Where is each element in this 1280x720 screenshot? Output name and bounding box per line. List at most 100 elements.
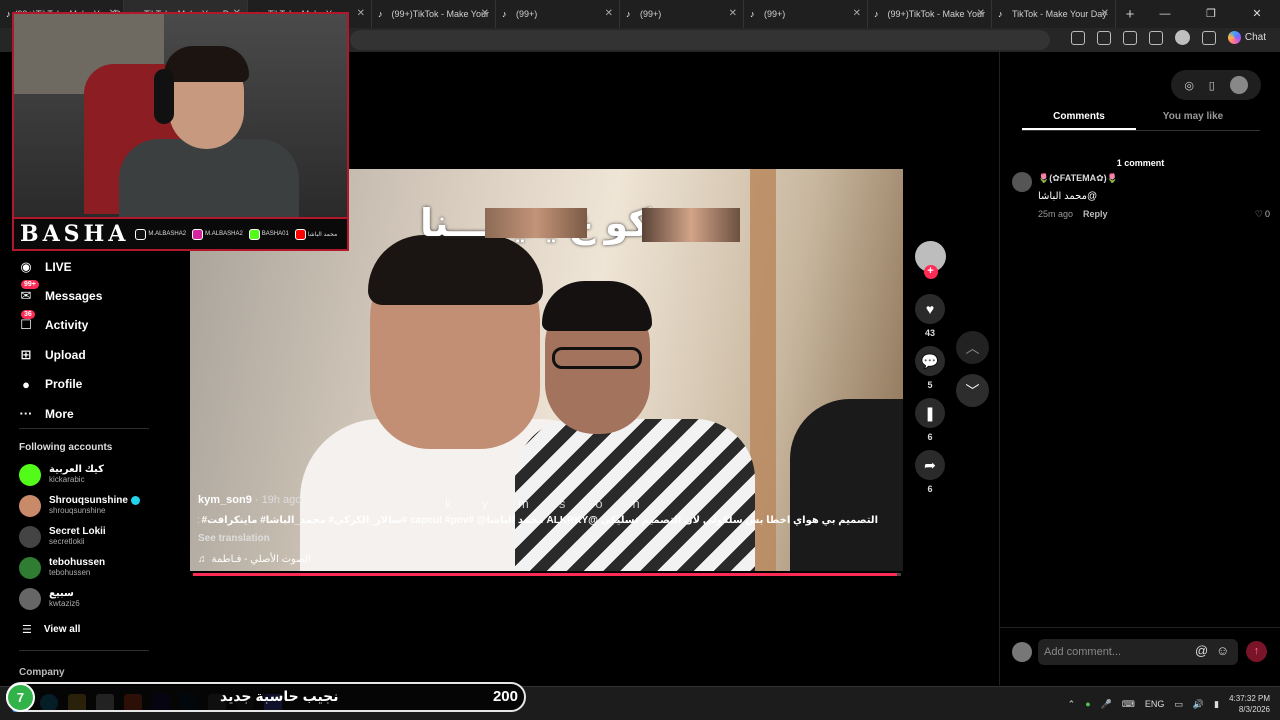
extensions-icon[interactable] xyxy=(1096,30,1111,45)
tab-close-icon[interactable]: ✕ xyxy=(357,8,365,19)
browser-tab[interactable]: ♪ (99+) ✕ xyxy=(744,0,868,28)
browser-menu-icon[interactable] xyxy=(1201,30,1216,45)
previous-video-button[interactable]: ︿ xyxy=(956,331,989,364)
sidebar-item-profile[interactable]: ● Profile xyxy=(16,370,186,399)
stream-alert-overlay: 7 نجيب حاسبة جديد 200 xyxy=(6,682,526,712)
maximize-button[interactable]: ❐ xyxy=(1188,0,1234,28)
verified-badge-icon xyxy=(130,496,140,506)
post-comment-button[interactable]: ↑ xyxy=(1246,641,1267,662)
battery-icon[interactable]: ▮ xyxy=(1214,699,1219,710)
reply-button[interactable]: Reply xyxy=(1083,209,1108,219)
minimize-button[interactable]: — xyxy=(1142,0,1188,28)
sidebar-item-messages[interactable]: ✉ 99+ Messages xyxy=(16,280,186,310)
tab-close-icon[interactable]: ✕ xyxy=(729,8,737,19)
video-author[interactable]: kym_son9 · 19h ago xyxy=(198,494,301,506)
comment-button[interactable]: 💬 xyxy=(915,346,945,376)
embed-icon[interactable]: ◎ xyxy=(1184,79,1194,92)
emoji-icon[interactable]: ☺ xyxy=(1216,643,1229,658)
view-all-link[interactable]: ☰ View all xyxy=(22,618,186,640)
video-description: التصميم بي هواي اخطأ بس سلكولي لان التصم… xyxy=(198,515,878,526)
browser-tab[interactable]: ♪ (99+)TikTok - Make Your ✕ xyxy=(372,0,496,28)
copilot-chat-button[interactable]: Chat xyxy=(1227,31,1266,44)
sidebar-item-label: Upload xyxy=(45,347,86,362)
social-handle: محمد الباشا xyxy=(294,228,337,240)
network-app-icon[interactable]: ● xyxy=(1085,699,1090,709)
account-avatar xyxy=(19,556,41,579)
display-icon[interactable]: ▭ xyxy=(1174,699,1183,710)
volume-icon[interactable]: 🔊 xyxy=(1193,699,1204,710)
like-button[interactable]: ♥ xyxy=(915,294,945,324)
address-bar[interactable] xyxy=(350,30,1050,50)
chat-label: Chat xyxy=(1244,32,1266,43)
tab-close-icon[interactable]: ✕ xyxy=(1101,8,1109,19)
save-button[interactable]: ❚ xyxy=(915,398,945,428)
tab-close-icon[interactable]: ✕ xyxy=(481,8,489,19)
following-account[interactable]: tebohussen tebohussen xyxy=(16,552,186,583)
tab-close-icon[interactable]: ✕ xyxy=(977,8,985,19)
video-progress-bar[interactable] xyxy=(193,573,901,576)
following-account[interactable]: كيك العربية kickarabic xyxy=(16,459,186,490)
sidebar-item-activity[interactable]: ☐ 36 Activity xyxy=(16,309,186,340)
webcam-person-body xyxy=(119,139,299,229)
comment-count: 5 xyxy=(927,380,933,390)
messages-icon: ✉ xyxy=(20,288,32,304)
split-screen-icon[interactable] xyxy=(1122,30,1137,45)
tab-close-icon[interactable]: ✕ xyxy=(605,8,613,19)
sidebar-item-more[interactable]: ··· More xyxy=(16,399,186,428)
sidebar-item-upload[interactable]: ⊞ Upload xyxy=(16,340,186,369)
following-account[interactable]: Shrouqsunshine shrouqsunshine xyxy=(16,490,186,521)
video-music[interactable]: ♫ الصوت الأصلي - فـاطمة xyxy=(198,554,311,565)
tab-close-icon[interactable]: ✕ xyxy=(853,8,861,19)
video-posted-time: · 19h ago xyxy=(251,494,302,506)
social-handle: BASHA01 xyxy=(248,228,289,240)
tray-chevron-icon[interactable]: ⌃ xyxy=(1068,699,1076,710)
close-window-button[interactable]: ✕ xyxy=(1234,0,1280,28)
microphone-icon[interactable]: 🎤 xyxy=(1101,699,1112,710)
tiktok-favicon-icon: ♪ xyxy=(874,9,879,19)
clock[interactable]: 4:37:32 PM 8/3/2026 xyxy=(1229,693,1270,715)
tiktok-favicon-icon: ♪ xyxy=(378,9,383,19)
mention-icon[interactable]: @ xyxy=(1195,643,1208,658)
language-indicator[interactable]: ENG xyxy=(1145,699,1165,709)
company-link[interactable]: Company xyxy=(19,667,65,678)
account-name: Shrouqsunshine xyxy=(49,495,128,507)
chevron-up-icon: ︿ xyxy=(965,339,980,356)
next-video-button[interactable]: ﹀ xyxy=(956,374,989,407)
video-person-right-shirt xyxy=(515,419,755,571)
profile-icon: ● xyxy=(22,376,30,392)
list-icon: ☰ xyxy=(22,623,32,636)
new-tab-button[interactable]: + xyxy=(1116,6,1144,23)
follow-plus-icon[interactable]: + xyxy=(923,265,938,279)
tab-comments[interactable]: Comments xyxy=(1022,108,1136,130)
keyboard-icon[interactable]: ⌨ xyxy=(1122,699,1135,710)
alert-badge: 7 xyxy=(6,683,35,712)
phone-icon[interactable]: ▯ xyxy=(1209,79,1215,92)
user-avatar[interactable] xyxy=(1229,76,1248,94)
creator-avatar[interactable]: + xyxy=(914,241,946,279)
streamer-banner: BASHA M.ALBASHA2 M.ALBASHA2 BASHA01 محمد ال… xyxy=(14,217,347,249)
commenter-avatar[interactable] xyxy=(1012,172,1032,192)
chevron-down-icon: ﹀ xyxy=(965,382,980,399)
browser-tab[interactable]: ♪ (99+)TikTok - Make Your ✕ xyxy=(868,0,992,28)
browser-tab[interactable]: ♪ (99+) ✕ xyxy=(496,0,620,28)
video-author-name[interactable]: kym_son9 xyxy=(198,494,252,506)
tab-you-may-like[interactable]: You may like xyxy=(1136,108,1250,130)
browser-tab[interactable]: ♪ TikTok - Make Your Day✕ xyxy=(992,0,1116,28)
comment-like-button[interactable]: ♡ 0 xyxy=(1255,209,1270,220)
video-chair xyxy=(790,399,903,571)
share-button[interactable]: ➦ xyxy=(915,450,945,480)
nav-divider-2 xyxy=(19,650,149,652)
favorites-icon[interactable] xyxy=(1148,30,1163,45)
favorite-star-icon[interactable] xyxy=(1070,30,1085,45)
following-account[interactable]: Secret Lokii secretlokii xyxy=(16,521,186,552)
commenter-name[interactable]: 🌷(✿FATEMA✿)🌷 xyxy=(1038,173,1118,184)
live-icon: ◉ xyxy=(20,258,32,274)
tiktok-favicon-icon: ♪ xyxy=(626,9,631,19)
browser-tab[interactable]: ♪ (99+) ✕ xyxy=(620,0,744,28)
see-translation-link[interactable]: See translation xyxy=(198,533,270,544)
profile-avatar-icon[interactable] xyxy=(1174,30,1190,45)
webcam-scene xyxy=(14,14,347,229)
following-account[interactable]: سبيع kwtaziz6 xyxy=(16,583,186,614)
video-face-inset-2 xyxy=(642,208,740,242)
sidebar-item-live[interactable]: ◉ LIVE xyxy=(16,252,186,281)
